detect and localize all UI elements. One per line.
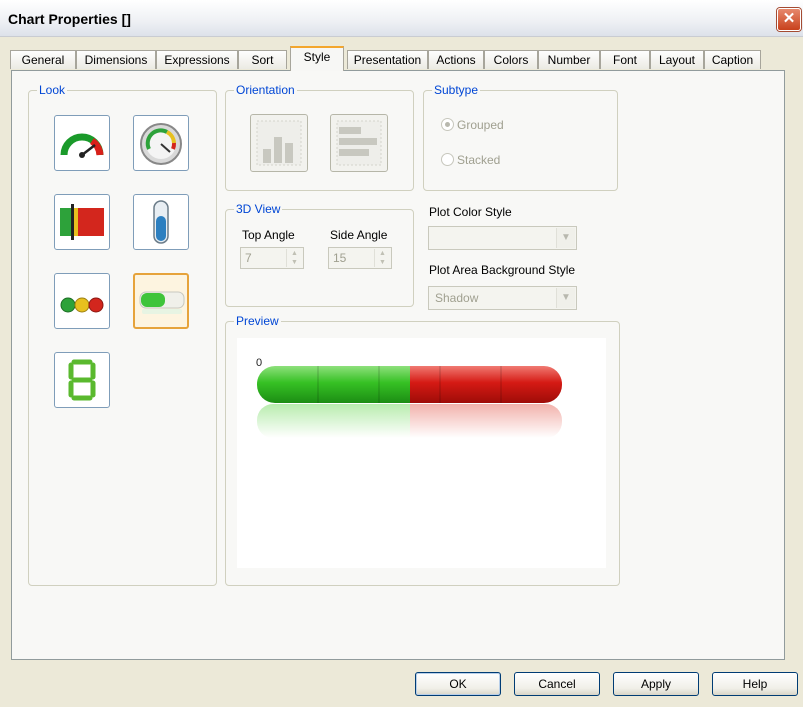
horizontal-bars-icon [336, 120, 382, 166]
circular-gauge-icon [140, 123, 182, 165]
3d-view-group-label: 3D View [234, 202, 283, 216]
tab-layout[interactable]: Layout [650, 50, 704, 69]
title-bar: Chart Properties [] ✕ [0, 0, 803, 37]
tab-font[interactable]: Font [600, 50, 650, 69]
speedometer-gauge-icon [60, 133, 104, 158]
cancel-button[interactable]: Cancel [514, 672, 600, 696]
preview-red-segment [410, 366, 562, 403]
radio-checked-icon [441, 118, 454, 131]
orientation-group-label: Orientation [234, 83, 297, 97]
preview-gauge: 0 [256, 357, 562, 438]
plot-color-style-label: Plot Color Style [429, 205, 512, 219]
subtype-grouped-radio[interactable]: Grouped [441, 117, 561, 133]
preview-reflection [257, 404, 562, 438]
side-angle-spinner[interactable]: 15 ▲ ▼ [328, 247, 392, 269]
thermometer-gauge-icon [153, 200, 169, 244]
top-angle-value: 7 [245, 251, 252, 265]
tab-colors[interactable]: Colors [484, 50, 538, 69]
look-speedometer-button[interactable] [54, 115, 110, 171]
ok-button[interactable]: OK [415, 672, 501, 696]
led-bar-gauge-icon [139, 291, 185, 314]
look-thermometer-button[interactable] [133, 194, 189, 250]
preview-group-label: Preview [234, 314, 281, 328]
spinner-arrows-icon[interactable]: ▲ ▼ [374, 249, 390, 267]
plot-area-background-value: Shadow [435, 291, 479, 305]
subtype-group: Subtype [423, 83, 618, 191]
tab-caption[interactable]: Caption [704, 50, 761, 69]
look-digital-display-button[interactable] [54, 352, 110, 408]
look-traffic-light-button[interactable] [54, 273, 110, 329]
spinner-arrows-icon[interactable]: ▲ ▼ [286, 249, 302, 267]
tab-general[interactable]: General [10, 50, 76, 69]
subtype-stacked-label: Stacked [457, 153, 501, 167]
orientation-vertical-button[interactable] [250, 114, 308, 172]
vertical-bars-icon [256, 120, 302, 166]
help-button[interactable]: Help [712, 672, 798, 696]
look-led-bar-button[interactable] [133, 273, 189, 329]
side-angle-value: 15 [333, 251, 347, 265]
tab-number[interactable]: Number [538, 50, 600, 69]
preview-min-label: 0 [256, 357, 262, 369]
preview-green-segment [257, 366, 410, 403]
plot-color-style-select[interactable]: ▼ [428, 226, 577, 250]
look-circular-gauge-button[interactable] [133, 115, 189, 171]
close-icon[interactable]: ✕ [777, 8, 801, 31]
plot-area-background-label: Plot Area Background Style [429, 263, 576, 277]
tab-dimensions[interactable]: Dimensions [76, 50, 156, 69]
traffic-light-gauge-icon [60, 297, 104, 313]
top-angle-spinner[interactable]: 7 ▲ ▼ [240, 247, 304, 269]
chevron-down-icon[interactable]: ▼ [556, 288, 575, 308]
look-linear-gauge-button[interactable] [54, 194, 110, 250]
tab-sort[interactable]: Sort [238, 50, 287, 69]
radio-unchecked-icon [441, 153, 454, 166]
tab-strip: General Dimensions Expressions Sort Styl… [10, 46, 785, 71]
look-group-label: Look [37, 83, 68, 97]
digital-display-icon [68, 359, 96, 401]
tab-presentation[interactable]: Presentation [347, 50, 428, 69]
window-title: Chart Properties [] [8, 11, 131, 27]
side-angle-label: Side Angle [330, 228, 388, 242]
subtype-stacked-radio[interactable]: Stacked [441, 152, 561, 168]
tab-style[interactable]: Style [290, 46, 344, 71]
subtype-grouped-label: Grouped [457, 118, 504, 132]
top-angle-label: Top Angle [242, 228, 295, 242]
linear-gauge-icon [60, 204, 104, 240]
plot-area-background-select[interactable]: Shadow ▼ [428, 286, 577, 310]
preview-canvas: 0 [237, 338, 606, 568]
subtype-group-label: Subtype [432, 83, 481, 97]
tab-expressions[interactable]: Expressions [156, 50, 238, 69]
apply-button[interactable]: Apply [613, 672, 699, 696]
chevron-down-icon[interactable]: ▼ [556, 228, 575, 248]
orientation-horizontal-button[interactable] [330, 114, 388, 172]
tab-actions[interactable]: Actions [428, 50, 484, 69]
preview-bar [257, 366, 562, 403]
